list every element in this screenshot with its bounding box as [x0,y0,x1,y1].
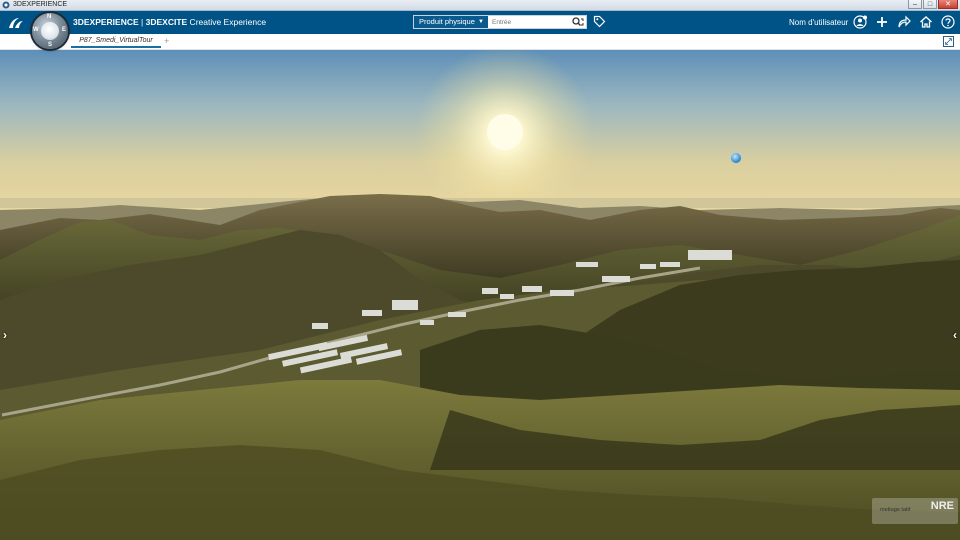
search-bar: Produit physique ▼ [413,15,587,29]
tab-p87-smedi-virtualtour[interactable]: P87_Smedi_VirtualTour [71,34,161,48]
chevron-down-icon: ▼ [478,19,484,25]
share-icon[interactable] [897,15,911,29]
maximize-button[interactable]: □ [923,0,937,9]
close-button[interactable]: ✕ [938,0,958,9]
search-input[interactable] [490,16,574,28]
3d-viewport[interactable]: › ‹ [0,50,960,540]
home-icon[interactable] [919,15,933,29]
user-name[interactable]: Nom d'utilisateur [789,11,848,34]
app-icon [2,1,10,9]
window-title: 3DEXPERIENCE [13,1,68,8]
tab-bar: P87_Smedi_VirtualTour + [0,34,960,50]
brand-separator: | [138,17,146,27]
brand-platform: 3DEXPERIENCE [73,17,139,27]
nav-next-button[interactable]: ‹ [953,328,957,342]
help-icon[interactable] [941,15,955,29]
brand-title: 3DEXPERIENCE | 3DEXCITE Creative Experie… [73,11,266,34]
nav-previous-button[interactable]: › [3,328,7,342]
app-top-bar: 3DEXPERIENCE | 3DEXCITE Creative Experie… [0,11,960,34]
user-icon[interactable] [853,15,867,29]
watermark-big-text: NRE [930,500,954,512]
ds-logo-icon[interactable] [7,15,25,31]
globe-icon[interactable] [731,153,741,163]
search-scope-dropdown[interactable]: Produit physique ▼ [414,16,488,28]
watermark-small-text: mettage tatif [880,507,911,513]
add-icon[interactable] [875,15,889,29]
search-scope-label: Produit physique [419,17,475,26]
landscape-scene [0,50,960,540]
search-icon[interactable] [572,17,584,27]
compass-north: N [47,14,52,20]
tag-icon[interactable] [593,15,606,28]
compass-east: E [61,27,66,33]
watermark: mettage tatif NRE [872,498,958,524]
window-title-bar: 3DEXPERIENCE – □ ✕ [0,0,960,11]
fullscreen-icon[interactable] [943,36,954,47]
brand-app-bold: 3DEXCITE [145,17,188,27]
compass-south: S [48,42,53,48]
add-tab-button[interactable]: + [164,34,169,48]
compass-icon[interactable]: N S E W [32,13,68,49]
minimize-button[interactable]: – [908,0,922,9]
brand-app-rest: Creative Experience [187,17,267,27]
compass-west: W [33,27,39,33]
